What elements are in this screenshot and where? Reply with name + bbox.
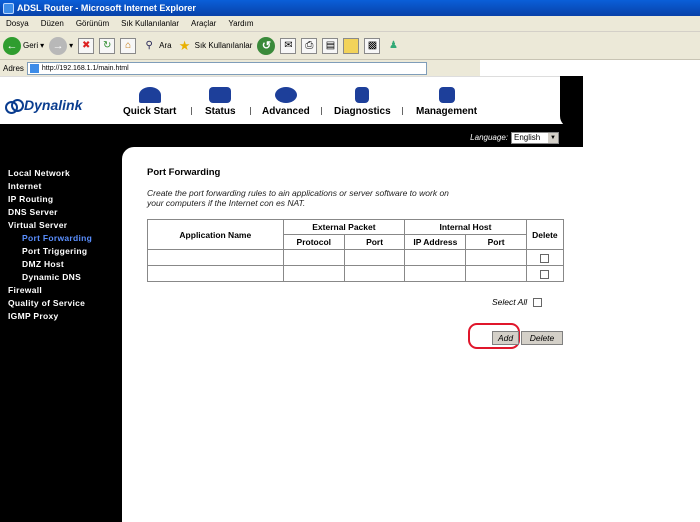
sidebar-item-virtual-server[interactable]: Virtual Server bbox=[0, 219, 122, 232]
window-titlebar: ADSL Router - Microsoft Internet Explore… bbox=[0, 0, 700, 16]
col-delete: Delete bbox=[525, 219, 565, 250]
page-title: Port Forwarding bbox=[147, 167, 221, 178]
browser-toolbar: ← Geri ▾ → ▾ ✖ ↻ ⌂ ⚲ Ara ★ Sık Kullanıla… bbox=[0, 32, 700, 60]
port-forwarding-table: Application Name External Packet Interna… bbox=[147, 219, 565, 282]
star-icon: ★ bbox=[178, 37, 191, 53]
clipboard-icon bbox=[355, 87, 370, 103]
page-description: Create the port forwarding rules to ain … bbox=[147, 188, 449, 208]
stop-icon: ✖ bbox=[78, 37, 95, 54]
menu-tools[interactable]: Araçlar bbox=[191, 19, 216, 28]
sidebar-item-internet[interactable]: Internet bbox=[0, 180, 122, 193]
ie-icon bbox=[3, 2, 14, 14]
sidebar-item-ip-routing[interactable]: IP Routing bbox=[0, 193, 122, 206]
forward-arrow-icon: → bbox=[49, 36, 68, 55]
nav-status[interactable]: Status bbox=[205, 87, 236, 117]
history-icon: ↺ bbox=[257, 36, 276, 55]
stop-button[interactable]: ✖ bbox=[78, 37, 95, 54]
nav-diagnostics[interactable]: Diagnostics bbox=[334, 87, 391, 117]
edit-button[interactable]: ▤ bbox=[322, 37, 339, 54]
table-row bbox=[147, 265, 565, 282]
menu-file[interactable]: Dosya bbox=[6, 19, 29, 28]
mail-button[interactable]: ✉ bbox=[280, 37, 297, 54]
messenger-icon: ♟ bbox=[388, 40, 398, 51]
edit-icon: ▤ bbox=[322, 37, 339, 54]
forward-button[interactable]: → ▾ bbox=[49, 36, 73, 55]
router-header: Dynalink Quick Start Status Advanced Dia… bbox=[0, 76, 583, 128]
home-button[interactable]: ⌂ bbox=[120, 37, 137, 54]
book-icon bbox=[438, 87, 455, 103]
address-bar: Adres http://192.168.1.1/main.html bbox=[0, 60, 480, 76]
col-ip-address: IP Address bbox=[404, 234, 467, 250]
forward-dropdown-icon[interactable]: ▾ bbox=[69, 41, 73, 50]
sidebar-item-dynamic-dns[interactable]: Dynamic DNS bbox=[0, 271, 122, 284]
book-icon: ▩ bbox=[364, 37, 381, 54]
window-title: ADSL Router - Microsoft Internet Explore… bbox=[17, 3, 196, 13]
sidebar-item-igmp-proxy[interactable]: IGMP Proxy bbox=[0, 310, 122, 323]
row-delete-checkbox[interactable] bbox=[540, 253, 550, 263]
col-application-name: Application Name bbox=[147, 219, 284, 250]
refresh-icon: ↻ bbox=[99, 37, 116, 54]
menu-help[interactable]: Yardım bbox=[228, 19, 253, 28]
logo-mark-icon bbox=[5, 99, 24, 114]
col-protocol: Protocol bbox=[282, 234, 345, 250]
refresh-button[interactable]: ↻ bbox=[99, 37, 116, 54]
nav-advanced[interactable]: Advanced bbox=[262, 87, 310, 117]
search-icon: ⚲ bbox=[145, 40, 153, 51]
sidebar-item-dmz-host[interactable]: DMZ Host bbox=[0, 258, 122, 271]
research-button[interactable]: ▩ bbox=[364, 37, 381, 54]
address-label: Adres bbox=[3, 63, 24, 73]
address-input[interactable]: http://192.168.1.1/main.html bbox=[26, 61, 427, 75]
language-bar: Language: English ▼ bbox=[0, 128, 583, 147]
col-external-port: Port bbox=[343, 234, 406, 250]
main-content: Port Forwarding Create the port forwardi… bbox=[122, 147, 578, 522]
nav-management[interactable]: Management bbox=[416, 87, 477, 117]
chevron-down-icon[interactable]: ▼ bbox=[548, 132, 558, 143]
history-button[interactable]: ↺ bbox=[257, 36, 276, 55]
menu-view[interactable]: Görünüm bbox=[76, 19, 109, 28]
col-group-internal-host: Internal Host bbox=[404, 219, 527, 235]
table-row bbox=[147, 249, 565, 266]
select-all-checkbox[interactable] bbox=[533, 297, 543, 307]
language-select[interactable]: English ▼ bbox=[511, 131, 559, 144]
back-dropdown-icon[interactable]: ▾ bbox=[40, 41, 44, 50]
folder-icon bbox=[343, 37, 360, 54]
dynalink-logo: Dynalink bbox=[5, 97, 82, 114]
folder-button[interactable] bbox=[343, 37, 360, 54]
print-button[interactable]: ⎙ bbox=[301, 37, 318, 54]
delete-button[interactable]: Delete bbox=[521, 331, 563, 345]
sidebar-item-qos[interactable]: Quality of Service bbox=[0, 297, 122, 310]
mail-icon: ✉ bbox=[280, 37, 297, 54]
monitor-icon bbox=[209, 87, 232, 103]
menu-favorites[interactable]: Sık Kullanılanlar bbox=[121, 19, 179, 28]
sidebar-item-port-forwarding[interactable]: Port Forwarding bbox=[0, 232, 122, 245]
col-internal-port: Port bbox=[465, 234, 527, 250]
col-group-external-packet: External Packet bbox=[282, 219, 406, 235]
sidebar-item-firewall[interactable]: Firewall bbox=[0, 284, 122, 297]
language-label: Language: bbox=[470, 133, 508, 142]
sidebar-item-local-network[interactable]: Local Network bbox=[0, 167, 122, 180]
messenger-button[interactable]: ♟ bbox=[385, 38, 401, 54]
add-button[interactable]: Add bbox=[492, 331, 519, 345]
back-arrow-icon: ← bbox=[3, 36, 21, 55]
back-button[interactable]: ← Geri ▾ bbox=[3, 36, 44, 55]
page-icon bbox=[29, 63, 39, 73]
sidebar: Local Network Internet IP Routing DNS Se… bbox=[0, 147, 122, 522]
address-url: http://192.168.1.1/main.html bbox=[41, 64, 129, 72]
sidebar-item-port-triggering[interactable]: Port Triggering bbox=[0, 245, 122, 258]
sidebar-item-dns-server[interactable]: DNS Server bbox=[0, 206, 122, 219]
globe-icon bbox=[274, 87, 297, 103]
home-icon: ⌂ bbox=[120, 37, 137, 54]
nav-quick-start[interactable]: Quick Start bbox=[123, 87, 176, 117]
select-all: Select All bbox=[492, 297, 543, 307]
search-button[interactable]: ⚲ Ara bbox=[141, 38, 171, 54]
printer-icon: ⎙ bbox=[301, 37, 318, 54]
favorites-button[interactable]: ★ Sık Kullanılanlar bbox=[177, 38, 253, 54]
menu-bar: Dosya Düzen Görünüm Sık Kullanılanlar Ar… bbox=[0, 16, 700, 32]
car-icon bbox=[138, 87, 161, 103]
menu-edit[interactable]: Düzen bbox=[41, 19, 64, 28]
row-delete-checkbox[interactable] bbox=[540, 269, 550, 279]
select-all-label: Select All bbox=[492, 297, 528, 307]
